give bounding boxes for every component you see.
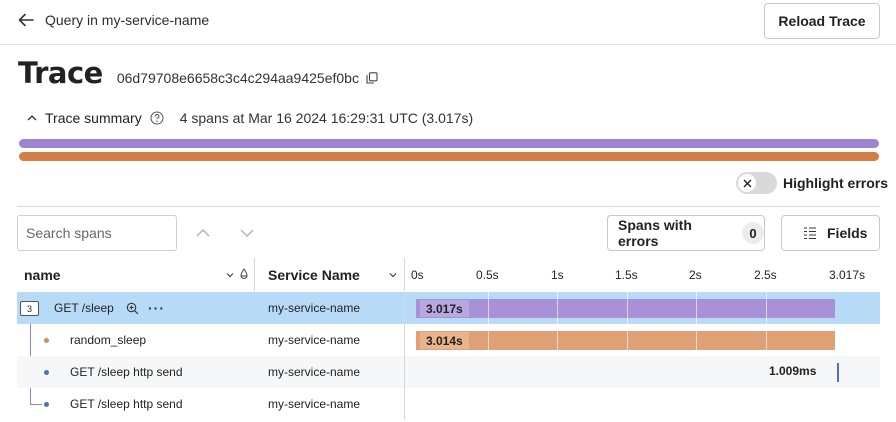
chevron-up-icon[interactable] — [194, 225, 212, 241]
span-bar[interactable]: 3.014s — [416, 331, 835, 350]
spans-with-errors-label: Spans with errors — [618, 217, 692, 249]
timeline-tick: 1s — [551, 267, 564, 282]
trace-summary-toggle[interactable]: Trace summary — [45, 110, 142, 126]
page-title: Trace — [18, 56, 103, 90]
arrow-left-icon — [18, 13, 34, 27]
help-icon[interactable] — [150, 111, 164, 125]
column-header-service[interactable]: Service Name — [268, 258, 360, 291]
column-separator — [404, 356, 405, 388]
span-bar[interactable]: 3.017s — [416, 299, 835, 318]
timeline-tick: 1.5s — [615, 267, 638, 282]
chevron-up-icon[interactable] — [26, 112, 38, 124]
chevron-down-icon[interactable] — [238, 225, 256, 241]
grid-line — [557, 292, 558, 324]
column-separator — [404, 388, 405, 420]
column-separator — [404, 324, 405, 356]
grid-line — [696, 324, 697, 356]
minimap-bar-orange — [19, 152, 879, 161]
grid-line — [766, 324, 767, 356]
column-separator[interactable] — [254, 258, 255, 291]
table-row[interactable]: GET /sleep http send my-service-name 1.0… — [17, 356, 880, 388]
grid-line — [627, 292, 628, 324]
grid-line — [488, 292, 489, 324]
span-name: GET /sleep http send — [70, 397, 183, 411]
column-separator — [404, 292, 405, 324]
copy-icon[interactable] — [366, 72, 378, 84]
grid-line — [627, 324, 628, 356]
fields-label: Fields — [827, 225, 868, 241]
span-duration: 3.014s — [420, 332, 469, 349]
reload-trace-button[interactable]: Reload Trace — [764, 3, 880, 39]
chevron-down-icon[interactable] — [388, 270, 398, 280]
highlight-errors: Highlight errors — [736, 172, 888, 194]
column-header-name[interactable]: name — [24, 258, 61, 291]
table-row[interactable]: GET /sleep http send my-service-name — [17, 388, 880, 420]
spans-with-errors-button[interactable]: Spans with errors 0 — [607, 215, 765, 251]
highlight-errors-toggle[interactable] — [736, 172, 777, 194]
span-service: my-service-name — [268, 301, 361, 315]
column-separator[interactable] — [404, 258, 405, 291]
span-bar[interactable] — [837, 363, 839, 382]
trace-id: 06d79708e6658c3c4c294aa9425ef0bc — [116, 70, 359, 86]
grid-line — [488, 324, 489, 356]
span-duration: 1.009ms — [769, 364, 817, 378]
span-service: my-service-name — [268, 397, 361, 411]
grid-line — [696, 292, 697, 324]
trace-summary: Trace summary 4 spans at Mar 16 2024 16:… — [26, 108, 473, 128]
span-service: my-service-name — [268, 333, 361, 347]
timeline-tick: 0.5s — [476, 267, 499, 282]
highlight-errors-label: Highlight errors — [783, 175, 889, 191]
title-row: Trace 06d79708e6658c3c4c294aa9425ef0bc — [18, 56, 378, 90]
list-icon — [804, 227, 816, 240]
chevron-down-icon[interactable] — [225, 270, 235, 280]
grid-line — [557, 324, 558, 356]
timeline-tick: 2.5s — [754, 267, 777, 282]
toggle-knob — [738, 174, 756, 192]
drop-icon[interactable] — [239, 268, 249, 280]
top-bar: Query in my-service-name Reload Trace — [0, 0, 896, 45]
grid-line — [766, 292, 767, 324]
table-row[interactable]: random_sleep my-service-name 3.014s — [17, 324, 880, 356]
table-header: name Service Name 0s 0.5s 1s 1.5s 2s 2.5… — [17, 258, 880, 291]
more-icon[interactable]: ··· — [148, 300, 165, 316]
timeline-tick: 2s — [689, 267, 702, 282]
zoom-in-icon[interactable] — [126, 302, 139, 315]
errors-count-badge: 0 — [742, 222, 764, 244]
back-link-label: Query in my-service-name — [45, 12, 210, 28]
divider — [17, 206, 880, 207]
span-service: my-service-name — [268, 365, 361, 379]
fields-button[interactable]: Fields — [781, 215, 880, 251]
minimap-bar-purple — [19, 139, 879, 148]
timeline-tick: 3.017s — [829, 267, 866, 282]
search-spans-input[interactable] — [17, 215, 177, 251]
close-icon — [743, 179, 751, 187]
back-link[interactable]: Query in my-service-name — [17, 9, 209, 31]
trace-summary-meta: 4 spans at Mar 16 2024 16:29:31 UTC (3.0… — [179, 110, 474, 126]
span-name: random_sleep — [70, 333, 147, 347]
span-name: GET /sleep http send — [70, 365, 183, 379]
span-duration: 3.017s — [420, 300, 469, 317]
timeline-tick: 0s — [411, 267, 424, 282]
table-row[interactable]: 3 GET /sleep ··· my-service-name 3.017s — [17, 292, 880, 324]
